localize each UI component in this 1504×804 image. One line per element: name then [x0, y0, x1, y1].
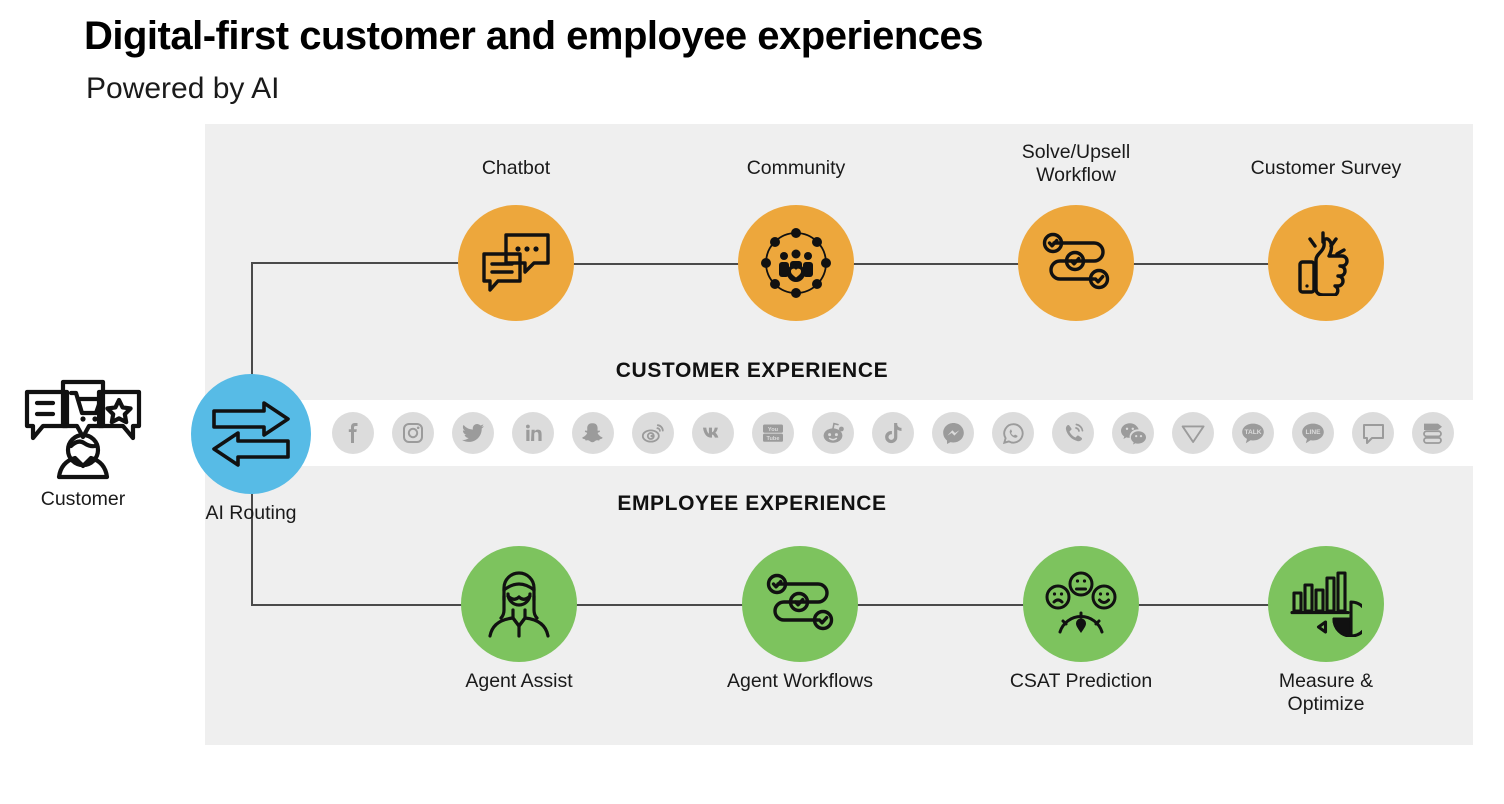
connector-workflows-to-csat: [855, 604, 1025, 606]
youtube-icon[interactable]: You Tube: [752, 412, 794, 454]
page-subtitle: Powered by AI: [86, 72, 280, 105]
node-customer-survey-bubble[interactable]: [1268, 205, 1384, 321]
connector-to-agent-assist: [251, 604, 469, 606]
social-channel-list: You Tube TALK LINE: [332, 412, 1454, 454]
agent-person-icon: [488, 571, 550, 638]
wechat-icon[interactable]: [1112, 412, 1154, 454]
facebook-icon[interactable]: [332, 412, 374, 454]
node-customer-survey-label: Customer Survey: [1250, 157, 1402, 179]
telegram-icon[interactable]: [1172, 412, 1214, 454]
tiktok-icon[interactable]: [872, 412, 914, 454]
node-agent-workflows-bubble[interactable]: [742, 546, 858, 662]
svg-text:LINE: LINE: [1305, 429, 1321, 436]
connector-csat-to-measure: [1136, 604, 1272, 606]
workflow-check-nodes-icon: [766, 573, 834, 631]
node-agent-assist-bubble[interactable]: [461, 546, 577, 662]
reddit-icon[interactable]: [812, 412, 854, 454]
node-measure-optimize-label: Measure & Optimize: [1278, 670, 1374, 715]
node-agent-assist-label: Agent Assist: [465, 670, 573, 692]
node-community-label: Community: [746, 157, 846, 179]
vk-icon[interactable]: [692, 412, 734, 454]
slide-canvas: Digital-first customer and employee expe…: [0, 0, 1504, 804]
thumbs-up-icon: [1298, 231, 1349, 296]
line-icon[interactable]: LINE: [1292, 412, 1334, 454]
sentiment-gauge-faces-icon: [1045, 571, 1117, 634]
connector-workflow-to-survey: [1130, 263, 1270, 265]
whatsapp-icon[interactable]: [992, 412, 1034, 454]
connector-to-chatbot: [251, 262, 466, 264]
node-chatbot-label: Chatbot: [481, 157, 551, 179]
node-csat-prediction-bubble[interactable]: [1023, 546, 1139, 662]
linkedin-icon[interactable]: [512, 412, 554, 454]
customer-label: Customer: [40, 488, 126, 510]
community-network-icon: [761, 228, 831, 298]
kakaotalk-icon[interactable]: TALK: [1232, 412, 1274, 454]
node-measure-optimize-bubble[interactable]: [1268, 546, 1384, 662]
instagram-icon[interactable]: [392, 412, 434, 454]
svg-text:Tube: Tube: [767, 436, 780, 442]
connector-community-to-workflow: [850, 263, 1020, 265]
weibo-icon[interactable]: [632, 412, 674, 454]
workflow-check-nodes-icon: [1042, 232, 1110, 290]
sms-chat-icon[interactable]: [1352, 412, 1394, 454]
connector-agent-assist-to-workflows: [574, 604, 746, 606]
svg-text:You: You: [768, 427, 779, 433]
chat-bubbles-icon: [482, 233, 550, 292]
messenger-icon[interactable]: [932, 412, 974, 454]
messaging-list-icon[interactable]: [1412, 412, 1454, 454]
node-community-bubble[interactable]: [738, 205, 854, 321]
node-solve-upsell-workflow-label: Solve/Upsell Workflow: [1021, 141, 1131, 186]
connector-chatbot-to-community: [570, 263, 742, 265]
customer-speech-bubbles-icon: [8, 378, 158, 480]
node-chatbot-bubble[interactable]: [458, 205, 574, 321]
customer-entity: Customer: [8, 378, 158, 511]
bar-pie-chart-icon: [1290, 571, 1362, 637]
snapchat-icon[interactable]: [572, 412, 614, 454]
twitter-icon[interactable]: [452, 412, 494, 454]
page-title: Digital-first customer and employee expe…: [84, 14, 984, 58]
two-way-arrows-icon: [212, 401, 290, 467]
node-csat-prediction-label: CSAT Prediction: [1009, 670, 1153, 692]
node-agent-workflows-label: Agent Workflows: [727, 670, 873, 692]
svg-text:TALK: TALK: [1244, 429, 1261, 436]
node-solve-upsell-workflow-bubble[interactable]: [1018, 205, 1134, 321]
ai-routing-bubble[interactable]: [191, 374, 311, 494]
phone-ringing-icon[interactable]: [1052, 412, 1094, 454]
ai-routing-label: AI Routing: [205, 502, 297, 524]
